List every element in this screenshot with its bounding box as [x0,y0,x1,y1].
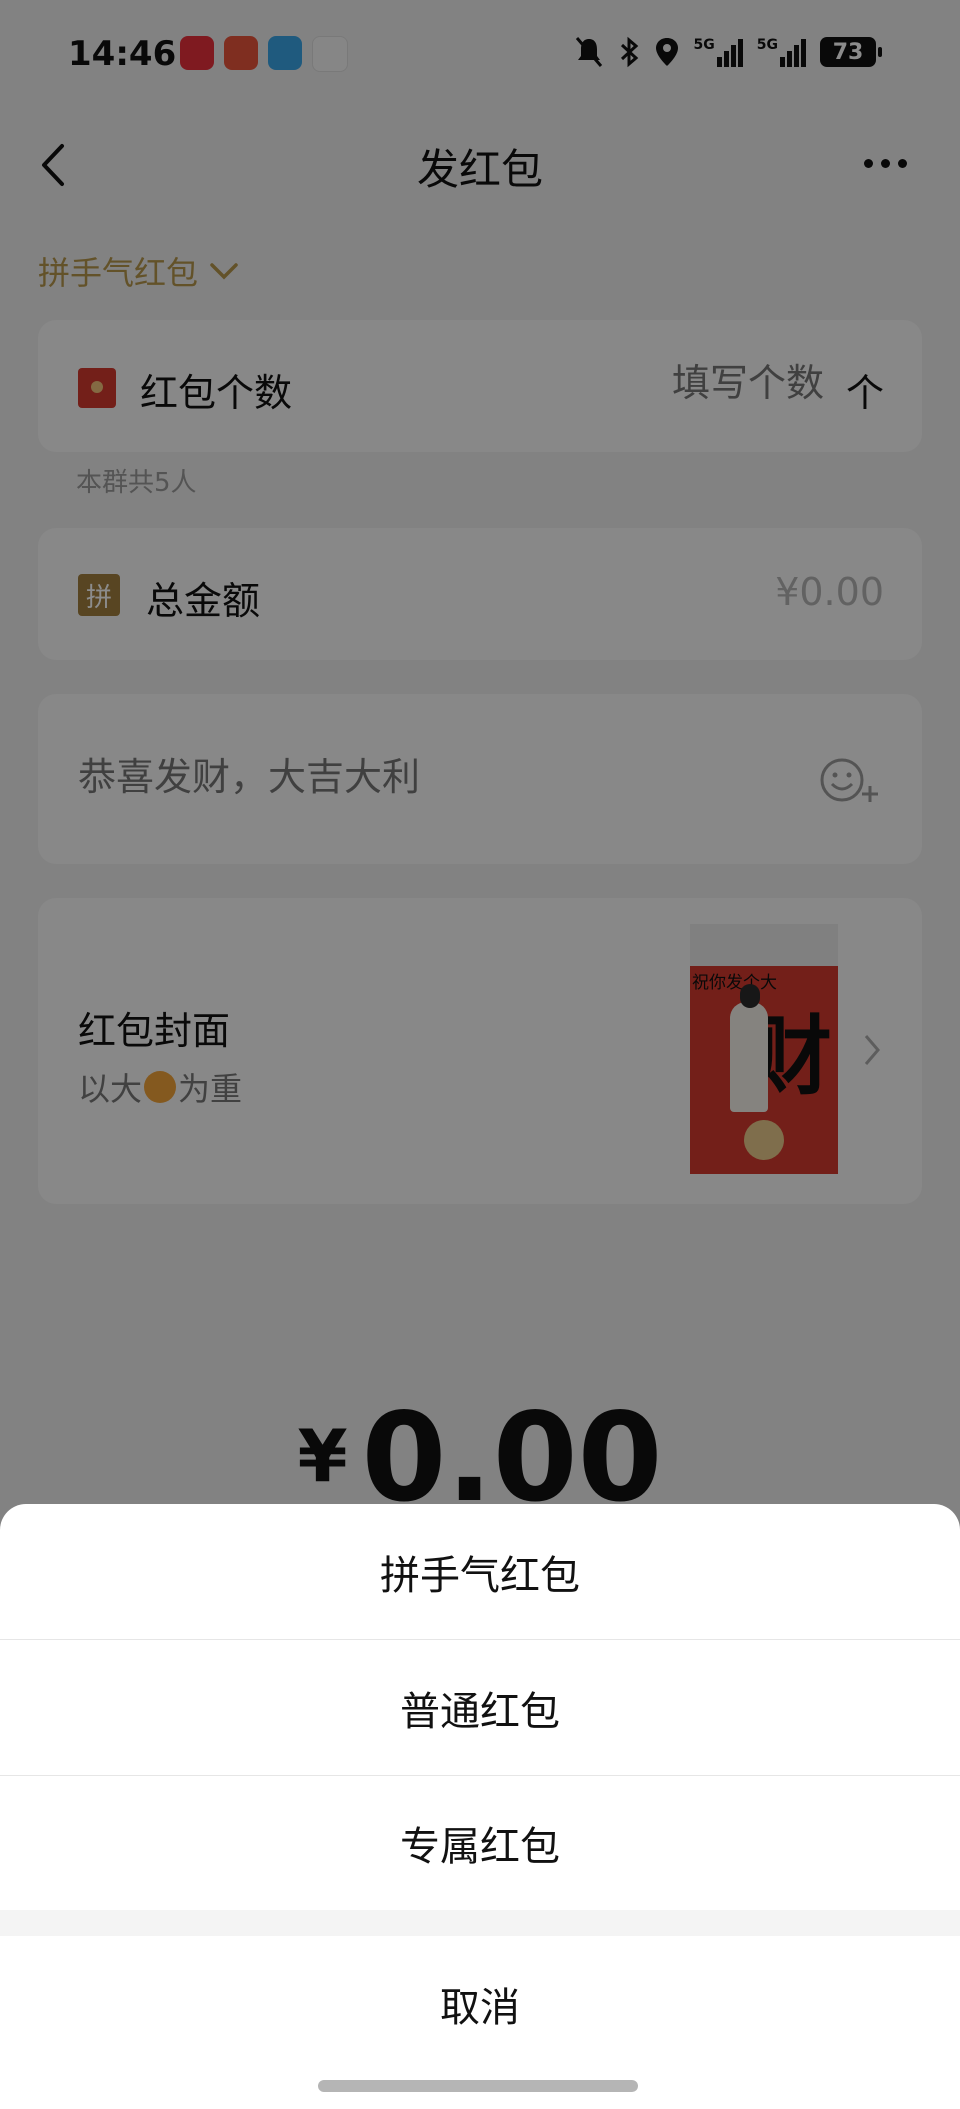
option-exclusive-packet[interactable]: 专属红包 [0,1775,960,1910]
packet-type-sheet: 拼手气红包 普通红包 专属红包 取消 [0,1504,960,2109]
option-normal-packet[interactable]: 普通红包 [0,1640,960,1776]
cancel-button[interactable]: 取消 [0,1936,960,2071]
option-lucky-packet[interactable]: 拼手气红包 [0,1504,960,1640]
sheet-divider [0,1910,960,1936]
home-indicator[interactable] [318,2080,638,2092]
